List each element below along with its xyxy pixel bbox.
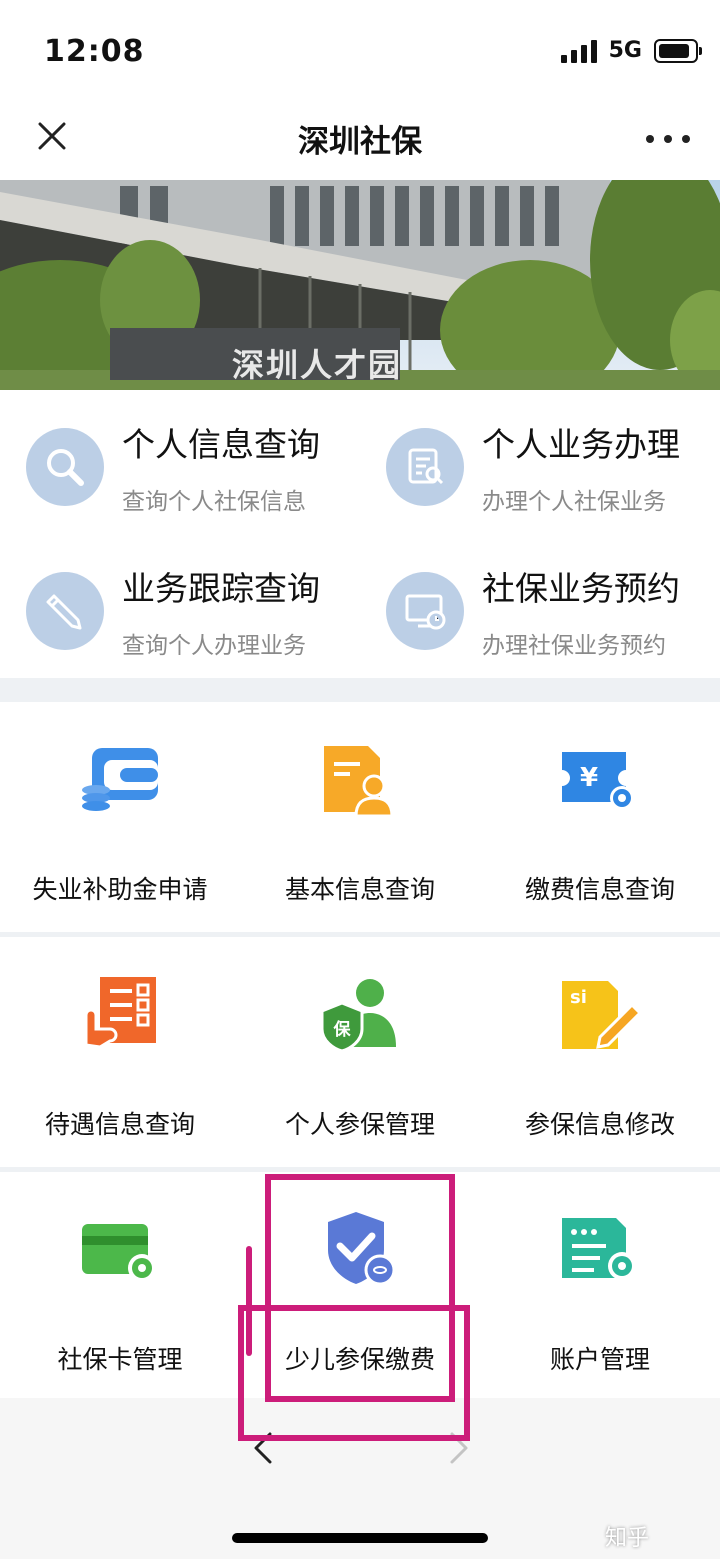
card-gear-icon — [80, 1210, 160, 1290]
network-label: 5G — [608, 38, 642, 63]
quick-action-subtitle: 查询个人社保信息 — [122, 489, 306, 515]
shield-badge-text: 保 — [333, 1020, 351, 1040]
service-label: 账户管理 — [549, 1345, 650, 1374]
status-indicators: 5G — [560, 38, 702, 63]
battery-icon — [654, 38, 702, 63]
forward-arrow-icon[interactable] — [444, 1428, 474, 1468]
service-unemployment-subsidy[interactable]: 失业补助金申请 — [0, 702, 240, 932]
service-label: 社保卡管理 — [57, 1345, 183, 1374]
quick-action-appointment[interactable]: 社保业务预约 办理社保业务预约 — [360, 534, 720, 678]
service-label: 少儿参保缴费 — [284, 1345, 435, 1374]
service-account-management[interactable]: 账户管理 — [480, 1172, 720, 1402]
watermark: 知乎 — [605, 1526, 650, 1551]
status-bar: 12:08 5G — [0, 0, 720, 96]
service-label: 参保信息修改 — [524, 1110, 675, 1139]
hand-checklist-icon — [80, 975, 160, 1055]
service-grid-row: 失业补助金申请 基本信息查询 ¥ 缴费信息查询 — [0, 702, 720, 932]
yen-ticket-gear-icon: ¥ — [560, 740, 640, 820]
service-label: 失业补助金申请 — [32, 875, 208, 904]
wallet-coins-icon — [80, 740, 160, 820]
banner-sign-text: 深圳人才园 — [232, 346, 403, 384]
shield-check-icon — [320, 1210, 400, 1290]
quick-action-subtitle: 办理社保业务预约 — [482, 633, 666, 659]
service-personal-insurance-management[interactable]: 保 个人参保管理 — [240, 937, 480, 1167]
person-document-icon — [320, 740, 400, 820]
section-divider — [0, 678, 720, 702]
service-insurance-info-edit[interactable]: si 参保信息修改 — [480, 937, 720, 1167]
service-children-insurance-payment[interactable]: 少儿参保缴费 — [240, 1172, 480, 1402]
service-basic-info-query[interactable]: 基本信息查询 — [240, 702, 480, 932]
quick-action-title: 业务跟踪查询 — [122, 569, 320, 608]
signal-icon — [560, 39, 597, 63]
monitor-clock-icon — [386, 572, 464, 650]
service-payment-info-query[interactable]: ¥ 缴费信息查询 — [480, 702, 720, 932]
quick-action-personal-business[interactable]: 个人业务办理 办理个人社保业务 — [360, 390, 720, 534]
nav-bar: 深圳社保 — [0, 96, 720, 180]
banner-image: 深圳人才园 — [0, 180, 720, 390]
service-label: 缴费信息查询 — [524, 875, 675, 904]
document-edit-icon: si — [560, 975, 643, 1055]
svg-text:¥: ¥ — [580, 763, 598, 793]
quick-actions: 个人信息查询 查询个人社保信息 个人业务办理 办理个人社保业务 业务跟踪查询 查… — [0, 390, 720, 678]
home-indicator[interactable] — [232, 1533, 488, 1543]
search-icon — [26, 428, 104, 506]
more-dots-icon[interactable] — [646, 124, 690, 154]
back-arrow-icon[interactable] — [248, 1428, 278, 1468]
quick-action-subtitle: 办理个人社保业务 — [482, 489, 666, 515]
quick-action-title: 社保业务预约 — [482, 569, 680, 608]
page-title: 深圳社保 — [298, 124, 422, 160]
service-label: 待遇信息查询 — [44, 1110, 195, 1139]
person-shield-icon: 保 — [320, 975, 400, 1055]
quick-action-subtitle: 查询个人办理业务 — [122, 633, 306, 659]
highlight-stroke — [246, 1246, 252, 1356]
quick-action-personal-info-query[interactable]: 个人信息查询 查询个人社保信息 — [0, 390, 360, 534]
document-search-icon — [386, 428, 464, 506]
quick-action-title: 个人信息查询 — [122, 425, 320, 464]
service-social-security-card[interactable]: 社保卡管理 — [0, 1172, 240, 1402]
list-gear-icon — [560, 1210, 640, 1290]
service-grid-row: 待遇信息查询 保 个人参保管理 si 参保信息修改 — [0, 937, 720, 1167]
quick-action-title: 个人业务办理 — [482, 425, 680, 464]
service-benefit-info-query[interactable]: 待遇信息查询 — [0, 937, 240, 1167]
service-label: 基本信息查询 — [284, 875, 435, 904]
status-time: 12:08 — [44, 34, 145, 69]
pencil-icon — [26, 572, 104, 650]
service-label: 个人参保管理 — [284, 1110, 435, 1139]
document-badge-text: si — [570, 987, 587, 1008]
quick-action-business-tracking[interactable]: 业务跟踪查询 查询个人办理业务 — [0, 534, 360, 678]
service-grid-row: 社保卡管理 少儿参保缴费 账户管理 — [0, 1172, 720, 1398]
